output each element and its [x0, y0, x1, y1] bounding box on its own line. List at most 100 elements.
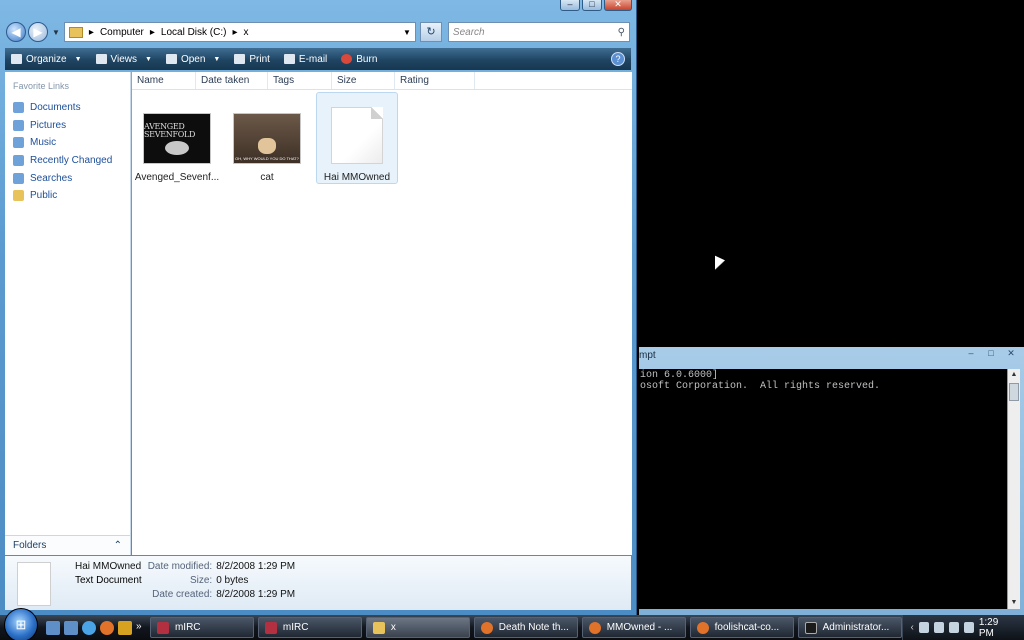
column-size[interactable]: Size — [332, 72, 395, 89]
email-button[interactable]: E-mail — [283, 54, 327, 65]
refresh-button[interactable]: ↻ — [419, 22, 442, 42]
file-name: Avenged_Sevenf... — [134, 172, 220, 183]
sidebar-item-public[interactable]: Public — [5, 187, 130, 205]
details-pane: Hai MMOwned Text Document Date modified:… — [5, 556, 631, 610]
notification-area: ‹ 1:29 PM — [901, 615, 1024, 640]
folder-icon — [372, 621, 385, 634]
breadcrumb-computer[interactable]: Computer — [100, 27, 144, 38]
column-rating[interactable]: Rating — [395, 72, 475, 89]
taskbar-button-firefox[interactable]: Death Note th... — [473, 617, 578, 638]
taskbar-button-mirc[interactable]: mIRC — [149, 617, 254, 638]
open-label: Open — [180, 53, 206, 65]
desktop: – □ ✕ ◀ ▶ ▼ ▸ Computer ▸ Local Disk (C:)… — [0, 0, 1024, 640]
taskbar-button-firefox[interactable]: MMOwned - ... — [581, 617, 686, 638]
sidebar-item-documents[interactable]: Documents — [5, 99, 130, 117]
clock[interactable]: 1:29 PM — [979, 617, 1016, 639]
column-tags[interactable]: Tags — [268, 72, 332, 89]
file-item[interactable]: AVENGED SEVENFOLD Avenged_Sevenf... — [134, 92, 220, 184]
sidebar-item-music[interactable]: Music — [5, 134, 130, 152]
console-output[interactable]: ion 6.0.6000] osoft Corporation. All righ… — [639, 369, 1007, 609]
taskbar-button-label: Death Note th... — [498, 622, 569, 633]
dropdown-arrow-icon: ▼ — [74, 55, 82, 63]
search-input[interactable]: Search ⚲ — [447, 22, 630, 42]
more-icons-chevron-icon[interactable]: » — [136, 621, 146, 635]
forward-button[interactable]: ▶ — [28, 22, 48, 42]
taskbar-button-label: mIRC — [282, 622, 309, 633]
minimize-button[interactable]: – — [964, 349, 978, 359]
back-button[interactable]: ◀ — [6, 22, 26, 42]
breadcrumb-x[interactable]: x — [244, 27, 249, 38]
scroll-up-icon[interactable]: ▲ — [1008, 369, 1020, 381]
close-button[interactable]: ✕ — [604, 0, 632, 11]
sidebar-item-recently-changed[interactable]: Recently Changed — [5, 152, 130, 170]
network-icon[interactable] — [933, 622, 944, 633]
tray-app-icon[interactable] — [963, 622, 974, 633]
details-identity: Hai MMOwned Text Document — [75, 560, 142, 588]
switch-windows-icon[interactable] — [63, 620, 78, 635]
details-value: 0 bytes — [216, 575, 249, 586]
navigation-bar: ◀ ▶ ▼ ▸ Computer ▸ Local Disk (C:) ▸ x ▼… — [6, 20, 630, 44]
image-thumbnail: AVENGED SEVENFOLD — [143, 113, 211, 164]
taskbar-button-label: foolishcat-co... — [714, 622, 780, 633]
internet-explorer-icon[interactable] — [81, 620, 96, 635]
burn-button[interactable]: Burn — [341, 54, 377, 65]
sidebar-item-pictures[interactable]: Pictures — [5, 117, 130, 135]
firefox-icon — [696, 621, 709, 634]
scroll-thumb[interactable] — [1009, 383, 1019, 401]
details-file-type: Text Document — [75, 575, 142, 586]
show-desktop-icon[interactable] — [45, 620, 60, 635]
close-button[interactable]: ✕ — [1004, 349, 1018, 359]
taskbar: ⊞ » mIRC mIRC x Death Note th... MMOwned… — [0, 607, 1024, 640]
views-icon — [95, 54, 107, 64]
maximize-button[interactable]: □ — [582, 0, 602, 11]
taskbar-button-command-prompt[interactable]: Administrator... — [797, 617, 902, 638]
details-label: Size: — [189, 575, 213, 586]
start-button[interactable]: ⊞ — [4, 607, 38, 640]
thumbnail-text: OH, WHY WOULD YOU DO THAT? — [235, 156, 299, 161]
print-button[interactable]: Print — [234, 54, 270, 65]
maximize-button[interactable]: □ — [984, 349, 998, 359]
firefox-icon — [480, 621, 493, 634]
help-icon[interactable]: ? — [611, 52, 625, 66]
open-button[interactable]: Open ▼ — [165, 53, 221, 65]
views-button[interactable]: Views ▼ — [95, 54, 152, 65]
pictures-icon — [13, 119, 24, 131]
taskbar-button-label: MMOwned - ... — [606, 622, 673, 633]
media-player-icon[interactable] — [117, 620, 132, 635]
address-bar[interactable]: ▸ Computer ▸ Local Disk (C:) ▸ x ▼ — [63, 22, 416, 42]
dropdown-arrow-icon: ▼ — [213, 55, 221, 63]
taskbar-button-label: x — [390, 622, 396, 633]
show-hidden-icons-chevron-icon[interactable]: ‹ — [911, 622, 914, 633]
taskbar-button-mirc[interactable]: mIRC — [257, 617, 362, 638]
taskbar-button-explorer[interactable]: x — [365, 617, 470, 638]
file-name: cat — [260, 172, 274, 183]
breadcrumb-separator-icon[interactable]: ▸ — [232, 27, 237, 38]
organize-icon — [11, 54, 22, 64]
details-values: 8/2/2008 1:29 PM 0 bytes 8/2/2008 1:29 P… — [216, 560, 295, 602]
folders-toggle[interactable]: Folders ⌃ — [5, 535, 130, 555]
scroll-down-icon[interactable]: ▼ — [1008, 597, 1020, 609]
folders-label: Folders — [13, 540, 47, 551]
column-date-taken[interactable]: Date taken — [196, 72, 268, 89]
recent-pages-dropdown[interactable]: ▼ — [52, 28, 60, 37]
file-item-selected[interactable]: Hai MMOwned — [316, 92, 398, 184]
firefox-icon[interactable] — [99, 620, 114, 635]
sidebar-item-label: Public — [30, 190, 58, 202]
battery-icon[interactable] — [918, 622, 929, 633]
file-list: Name Date taken Tags Size Rating AVENGED… — [132, 72, 632, 555]
search-icon[interactable]: ⚲ — [618, 27, 625, 38]
breadcrumb-separator-icon[interactable]: ▸ — [150, 27, 155, 38]
volume-icon[interactable] — [948, 622, 959, 633]
address-dropdown-icon[interactable]: ▼ — [403, 28, 411, 37]
taskbar-button-firefox[interactable]: foolishcat-co... — [689, 617, 794, 638]
breadcrumb-separator-icon[interactable]: ▸ — [89, 27, 94, 38]
window-title: mpt — [639, 350, 656, 361]
breadcrumb-local-disk[interactable]: Local Disk (C:) — [161, 27, 227, 38]
column-name[interactable]: Name — [132, 72, 196, 89]
minimize-button[interactable]: – — [560, 0, 580, 11]
sidebar-item-searches[interactable]: Searches — [5, 169, 130, 187]
vertical-scrollbar[interactable]: ▲ ▼ — [1007, 369, 1020, 609]
file-item[interactable]: OH, WHY WOULD YOU DO THAT? cat — [226, 92, 308, 184]
organize-button[interactable]: Organize ▼ — [11, 54, 82, 65]
text-document-icon — [17, 562, 51, 606]
